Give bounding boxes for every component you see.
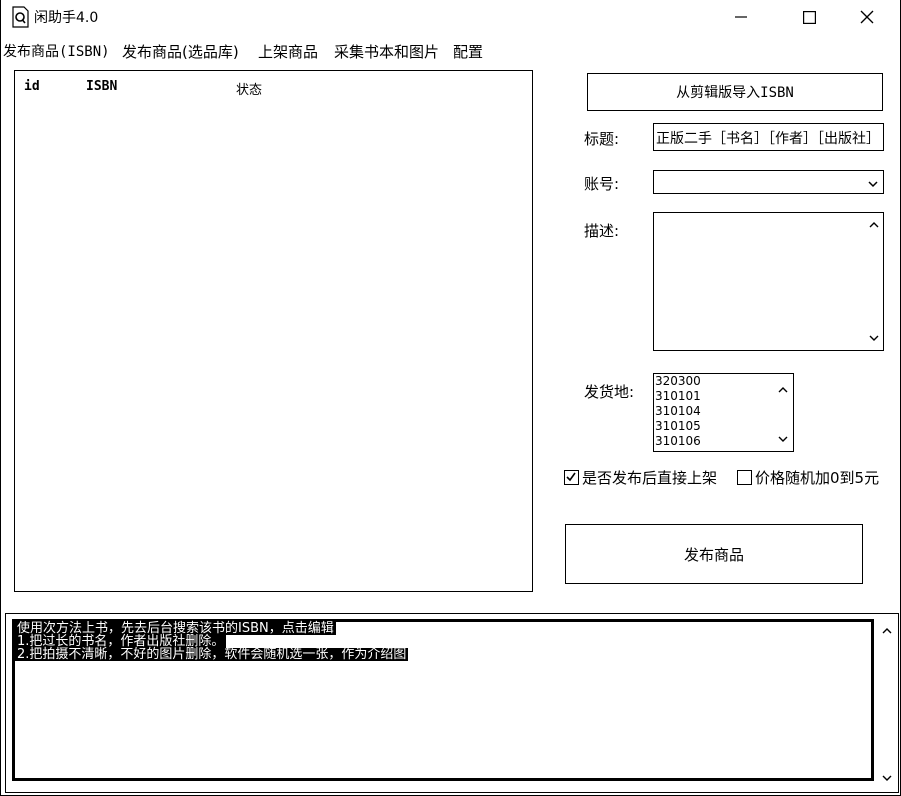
maximize-icon xyxy=(802,10,816,24)
ship-list-scrollbar[interactable] xyxy=(775,374,793,451)
account-label: 账号: xyxy=(584,175,620,193)
description-textarea[interactable] xyxy=(653,212,884,351)
isbn-list-view[interactable]: id ISBN 状态 xyxy=(14,70,533,592)
direct-list-checkbox[interactable] xyxy=(564,470,579,485)
random-price-checkbox-row[interactable]: 价格随机加0到5元 xyxy=(737,467,879,488)
app-logo-icon xyxy=(10,6,30,28)
menu-collect-books[interactable]: 采集书本和图片 xyxy=(334,41,439,62)
chevron-down-icon[interactable] xyxy=(778,428,788,447)
ship-option[interactable]: 310105 xyxy=(654,419,793,434)
column-header-status[interactable]: 状态 xyxy=(236,79,262,98)
log-scrollbar[interactable] xyxy=(876,614,898,792)
import-isbn-button[interactable]: 从剪辑版导入ISBN xyxy=(587,73,883,111)
checkmark-icon xyxy=(566,472,576,482)
chevron-down-icon[interactable] xyxy=(882,767,892,786)
title-label: 标题: xyxy=(584,130,620,148)
chevron-up-icon[interactable] xyxy=(778,379,788,398)
minimize-icon xyxy=(735,11,747,23)
title-bar: 闲助手4.0 xyxy=(1,0,900,34)
chevron-down-icon xyxy=(867,175,879,194)
ship-option[interactable]: 310101 xyxy=(654,389,793,404)
ship-option[interactable]: 310104 xyxy=(654,404,793,419)
maximize-button[interactable] xyxy=(786,2,832,32)
ship-from-listbox[interactable]: 320300 310101 310104 310105 310106 xyxy=(653,373,794,452)
minimize-button[interactable] xyxy=(718,2,764,32)
menu-settings[interactable]: 配置 xyxy=(453,41,483,62)
log-text-area[interactable]: 使用次方法上书，先去后台搜索该书的ISBN，点击编辑 1.把过长的书名，作者出版… xyxy=(12,619,874,781)
window-title: 闲助手4.0 xyxy=(34,10,99,26)
log-text: 使用次方法上书，先去后台搜索该书的ISBN，点击编辑 1.把过长的书名，作者出版… xyxy=(15,622,409,662)
ship-from-label: 发货地: xyxy=(584,383,635,401)
app-window: 闲助手4.0 发布商品(ISBN) 发布商品(选品库) 上架商品 采集书本和图片… xyxy=(0,0,901,796)
random-price-label[interactable]: 价格随机加0到5元 xyxy=(755,467,879,488)
ship-option[interactable]: 310106 xyxy=(654,434,793,449)
direct-list-label[interactable]: 是否发布后直接上架 xyxy=(582,467,717,488)
list-header: id ISBN 状态 xyxy=(15,79,532,98)
log-output-box[interactable]: 使用次方法上书，先去后台搜索该书的ISBN，点击编辑 1.把过长的书名，作者出版… xyxy=(5,613,899,793)
direct-list-checkbox-row[interactable]: 是否发布后直接上架 xyxy=(564,467,717,488)
publish-button[interactable]: 发布商品 xyxy=(565,524,863,584)
chevron-up-icon[interactable] xyxy=(882,620,892,639)
close-button[interactable] xyxy=(844,2,890,32)
close-icon xyxy=(860,10,874,24)
menu-bar: 发布商品(ISBN) 发布商品(选品库) 上架商品 采集书本和图片 配置 xyxy=(1,38,900,64)
account-select[interactable] xyxy=(653,170,884,194)
random-price-checkbox[interactable] xyxy=(737,470,752,485)
menu-publish-library[interactable]: 发布商品(选品库) xyxy=(122,41,239,62)
ship-option[interactable]: 320300 xyxy=(654,374,793,389)
description-label: 描述: xyxy=(584,222,620,240)
column-header-id[interactable]: id xyxy=(24,79,40,94)
column-header-isbn[interactable]: ISBN xyxy=(86,79,117,94)
title-input[interactable]: 正版二手［书名］［作者］［出版社］ xyxy=(653,123,884,151)
log-line: 2.把拍摄不清晰，不好的图片删除，软件会随机选一张，作为介绍图 xyxy=(15,647,409,662)
menu-publish-isbn[interactable]: 发布商品(ISBN) xyxy=(3,41,110,61)
chevron-up-icon[interactable] xyxy=(867,218,881,232)
menu-list-products[interactable]: 上架商品 xyxy=(258,41,318,62)
chevron-down-icon[interactable] xyxy=(867,331,881,345)
